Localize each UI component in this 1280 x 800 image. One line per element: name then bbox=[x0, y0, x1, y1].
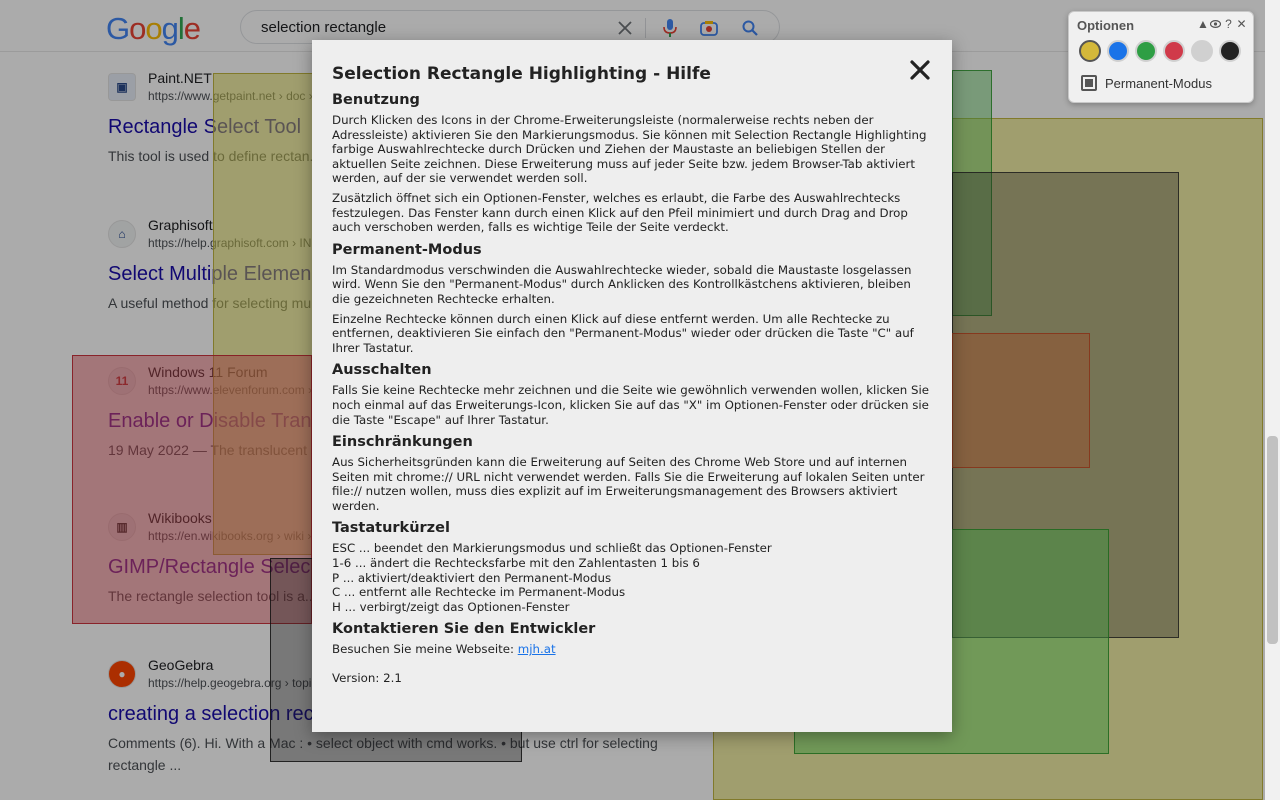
options-title: Optionen bbox=[1077, 18, 1135, 33]
shortcut-line: ESC ... beendet den Markierungsmodus und… bbox=[332, 541, 772, 556]
section-heading: Benutzung bbox=[332, 92, 420, 108]
minimize-arrow-icon[interactable]: ▲ bbox=[1197, 17, 1209, 31]
section-heading: Permanent-Modus bbox=[332, 241, 482, 258]
help-section: Ausschalten Falls Sie keine Rechtecke me… bbox=[332, 362, 932, 427]
help-section: Permanent-Modus Im Standardmodus verschw… bbox=[332, 242, 932, 356]
scrollbar-thumb[interactable] bbox=[1267, 436, 1278, 644]
help-section-shortcuts: Tastaturkürzel ESC ... beendet den Marki… bbox=[332, 520, 932, 614]
shortcut-line: H ... verbirgt/zeigt das Optionen-Fenste… bbox=[332, 599, 570, 614]
help-section-contact: Kontaktieren Sie den Entwickler Besuchen… bbox=[332, 621, 932, 657]
color-swatch-yellow[interactable] bbox=[1079, 40, 1101, 62]
help-icon[interactable]: ? bbox=[1223, 17, 1234, 31]
section-paragraph: Falls Sie keine Rechtecke mehr zeichnen … bbox=[332, 383, 930, 427]
eye-icon[interactable] bbox=[1209, 17, 1222, 31]
section-paragraph: Zusätzlich öffnet sich ein Optionen-Fens… bbox=[332, 190, 908, 235]
permanent-mode-label: Permanent-Modus bbox=[1105, 75, 1212, 91]
options-controls: ▲ ? ✕ bbox=[1197, 17, 1247, 31]
contact-line: Besuchen Sie meine Webseite: mjh.at bbox=[332, 642, 932, 657]
color-swatch-black[interactable] bbox=[1219, 40, 1241, 62]
color-swatch-gray[interactable] bbox=[1191, 40, 1213, 62]
section-paragraph: Einzelne Rechtecke können durch einen Kl… bbox=[332, 311, 914, 355]
help-dialog: Selection Rectangle Highlighting - Hilfe… bbox=[312, 40, 952, 732]
color-swatch-blue[interactable] bbox=[1107, 40, 1129, 62]
section-paragraph: Aus Sicherheitsgründen kann die Erweiter… bbox=[332, 455, 925, 513]
help-title: Selection Rectangle Highlighting - Hilfe bbox=[332, 64, 711, 84]
permanent-mode-toggle[interactable]: Permanent-Modus bbox=[1081, 75, 1212, 91]
shortcut-line: P ... aktiviert/deaktiviert den Permanen… bbox=[332, 570, 612, 585]
close-options-icon[interactable]: ✕ bbox=[1236, 17, 1247, 31]
section-paragraph: Durch Klicken des Icons in der Chrome-Er… bbox=[332, 113, 927, 186]
section-heading: Kontaktieren Sie den Entwickler bbox=[332, 621, 596, 638]
section-heading: Ausschalten bbox=[332, 362, 432, 379]
section-heading: Tastaturkürzel bbox=[332, 520, 450, 537]
shortcut-line: 1-6 ... ändert die Rechtecksfarbe mit de… bbox=[332, 556, 700, 571]
help-section: Einschränkungen Aus Sicherheitsgründen k… bbox=[332, 434, 932, 513]
version-label: Version: 2.1 bbox=[332, 671, 402, 686]
contact-text: Besuchen Sie meine Webseite: bbox=[332, 642, 518, 657]
section-paragraph: Im Standardmodus verschwinden die Auswah… bbox=[332, 262, 912, 306]
close-help-icon[interactable] bbox=[908, 58, 932, 82]
section-heading: Einschränkungen bbox=[332, 434, 473, 451]
page-scrollbar[interactable] bbox=[1265, 0, 1280, 800]
color-swatch-green[interactable] bbox=[1135, 40, 1157, 62]
color-swatches bbox=[1079, 40, 1241, 62]
help-section: Benutzung Durch Klicken des Icons in der… bbox=[332, 92, 932, 235]
permanent-mode-checkbox[interactable] bbox=[1081, 75, 1097, 91]
color-swatch-red[interactable] bbox=[1163, 40, 1185, 62]
developer-website-link[interactable]: mjh.at bbox=[518, 642, 556, 656]
options-panel[interactable]: Optionen ▲ ? ✕ Permanent-Modus bbox=[1068, 11, 1254, 103]
shortcut-line: C ... entfernt alle Rechtecke im Permane… bbox=[332, 585, 626, 600]
